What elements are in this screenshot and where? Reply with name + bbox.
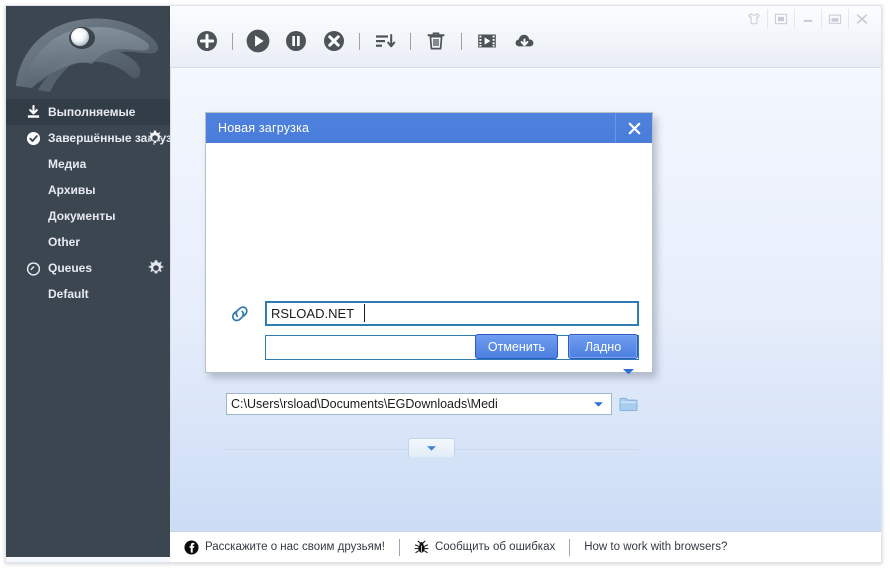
- stop-circle-icon: [324, 31, 344, 51]
- sidebar-item-media[interactable]: Медиа: [6, 151, 170, 177]
- film-icon: [478, 34, 496, 48]
- sidebar-item-other[interactable]: Other: [6, 229, 170, 255]
- close-icon: [628, 122, 640, 134]
- sidebar-item-documents[interactable]: Документы: [6, 203, 170, 229]
- close-icon: [856, 14, 868, 24]
- text-cursor: [364, 304, 365, 322]
- sidebar-item-label: Queues: [48, 261, 93, 275]
- skin-button[interactable]: [741, 9, 767, 29]
- new-download-dialog: Новая загрузка RSLOAD.NET C:\Users\rsloa…: [205, 112, 653, 457]
- sidebar-item-label: Архивы: [48, 183, 96, 197]
- sidebar-item-label: Документы: [48, 209, 116, 223]
- save-path-dropdown-button[interactable]: [593, 401, 611, 408]
- sidebar-item-label: Выполняемые: [48, 105, 136, 119]
- start-button[interactable]: [243, 26, 273, 56]
- chevron-down-icon: [427, 445, 436, 451]
- sidebar-nav: Выполняемые Завершённые загрузки: [6, 99, 170, 307]
- sidebar-item-default-queue[interactable]: Default: [6, 281, 170, 307]
- minimize-to-tray-icon: [774, 13, 788, 25]
- status-separator: [569, 538, 571, 556]
- shirt-icon: [748, 13, 760, 25]
- downloads-button[interactable]: [510, 26, 540, 56]
- browsers-help-label: How to work with browsers?: [584, 541, 728, 553]
- download-tray-icon: [24, 103, 42, 121]
- cancel-button[interactable]: Отменить: [474, 334, 558, 359]
- browse-folder-button[interactable]: [618, 394, 638, 414]
- delete-button[interactable]: [421, 26, 451, 56]
- plus-circle-icon: [197, 31, 217, 51]
- dialog-body: C:\Users\rsload\Documents\EGDownloads\Me…: [206, 143, 652, 457]
- dialog-title: Новая загрузка: [218, 121, 310, 135]
- dialog-title-bar: Новая загрузка: [206, 113, 652, 143]
- sidebar-item-label: Default: [48, 287, 89, 301]
- report-bug[interactable]: Сообщить об ошибках: [414, 540, 555, 555]
- ok-button[interactable]: Ладно: [568, 334, 638, 359]
- window-controls: [741, 8, 875, 30]
- chevron-down-icon: [622, 368, 635, 375]
- url-history-expand-button[interactable]: [622, 363, 635, 381]
- sidebar-item-in-progress[interactable]: Выполняемые: [6, 99, 170, 125]
- sidebar-item-completed[interactable]: Завершённые загрузки: [6, 125, 170, 151]
- status-bar: Расскажите о нас своим друзьям! Сообщить…: [170, 531, 881, 562]
- trash-icon: [427, 32, 445, 50]
- play-circle-icon: [246, 29, 270, 53]
- folder-icon: [619, 397, 637, 411]
- toolbar-separator: [359, 32, 360, 50]
- completed-settings-gear-icon[interactable]: [146, 129, 164, 147]
- browsers-help[interactable]: How to work with browsers?: [584, 541, 727, 553]
- dialog-close-button[interactable]: [615, 113, 652, 143]
- queues-settings-gear-icon[interactable]: [147, 259, 165, 277]
- share-link-label: Расскажите о нас своим друзьям!: [205, 541, 385, 553]
- share-link[interactable]: Расскажите о нас своим друзьям!: [184, 539, 385, 555]
- toolbar-separator: [232, 32, 233, 50]
- chevron-down-icon: [594, 401, 603, 407]
- maximize-icon: [828, 14, 842, 24]
- dialog-buttons: Отменить Ладно: [474, 334, 638, 359]
- media-grabber-button[interactable]: [472, 26, 502, 56]
- check-circle-icon: [24, 129, 42, 147]
- app-logo: [6, 6, 170, 96]
- minimize-icon: [803, 19, 813, 22]
- maximize-button[interactable]: [821, 9, 848, 29]
- sidebar-item-archives[interactable]: Архивы: [6, 177, 170, 203]
- cloud-download-icon: [515, 34, 534, 47]
- sidebar: Выполняемые Завершённые загрузки: [6, 6, 170, 557]
- eagle-logo-icon: [8, 6, 168, 96]
- save-path-field[interactable]: C:\Users\rsload\Documents\EGDownloads\Me…: [226, 393, 612, 415]
- sort-button[interactable]: [370, 26, 400, 56]
- tray-button[interactable]: [767, 9, 794, 29]
- sidebar-item-queues[interactable]: Queues: [6, 255, 170, 281]
- link-chain-icon: [229, 303, 251, 330]
- minimize-button[interactable]: [794, 9, 821, 29]
- stop-button[interactable]: [319, 26, 349, 56]
- pause-button[interactable]: [281, 26, 311, 56]
- advanced-options-expander[interactable]: [408, 438, 455, 457]
- clock-icon: [24, 259, 42, 277]
- bug-icon: [414, 540, 429, 555]
- screen: Выполняемые Завершённые загрузки: [0, 0, 890, 573]
- facebook-icon: [184, 539, 199, 555]
- sort-descending-icon: [376, 34, 396, 48]
- pause-circle-icon: [286, 31, 306, 51]
- toolbar-buttons: [192, 26, 548, 56]
- toolbar-separator: [461, 32, 462, 50]
- save-path-value: C:\Users\rsload\Documents\EGDownloads\Me…: [231, 397, 498, 411]
- status-separator: [398, 538, 400, 556]
- toolbar: [170, 6, 881, 68]
- toolbar-separator: [410, 32, 411, 50]
- report-bug-label: Сообщить об ошибках: [434, 541, 556, 553]
- add-download-button[interactable]: [192, 26, 222, 56]
- application-window: Выполняемые Завершённые загрузки: [5, 5, 882, 563]
- url-input[interactable]: [265, 301, 639, 326]
- sidebar-item-label: Медиа: [48, 157, 87, 171]
- close-button[interactable]: [848, 9, 875, 29]
- sidebar-item-label: Other: [48, 235, 81, 249]
